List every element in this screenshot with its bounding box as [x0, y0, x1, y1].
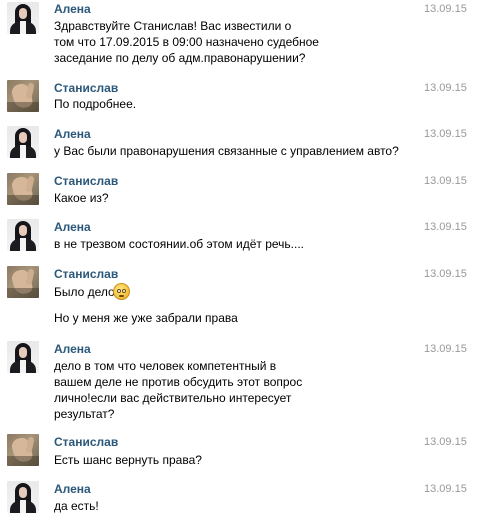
- message-date: 13.09.15: [424, 343, 467, 355]
- message-date: 13.09.15: [424, 82, 467, 94]
- message-text-line: дело в том что человек компетентный в: [54, 359, 277, 373]
- message-text-line: заседание по делу об адм.правонарушении?: [54, 51, 306, 65]
- message-date: 13.09.15: [424, 128, 467, 140]
- message-author[interactable]: Алена: [54, 342, 91, 356]
- avatar-stanislav[interactable]: [7, 266, 39, 298]
- message-date: 13.09.15: [424, 175, 467, 187]
- avatar-stanislav[interactable]: [7, 434, 39, 466]
- message-date: 13.09.15: [424, 3, 467, 15]
- avatar-alena[interactable]: [7, 219, 39, 251]
- avatar-alena[interactable]: [7, 341, 39, 373]
- message-text-line: том что 17.09.2015 в 09:00 назначено суд…: [54, 35, 319, 49]
- message-text: да есть!: [54, 498, 99, 514]
- message-text-line: результат?: [54, 407, 115, 421]
- avatar-stanislav[interactable]: [7, 173, 39, 205]
- message-author[interactable]: Алена: [54, 220, 91, 234]
- message-author[interactable]: Алена: [54, 2, 91, 16]
- message-author[interactable]: Алена: [54, 482, 91, 496]
- avatar-alena[interactable]: [7, 481, 39, 513]
- message-text-line: у Вас были правонарушения связанные с уп…: [54, 144, 399, 158]
- message-text: Какое из?: [54, 190, 109, 206]
- message-text: в не трезвом состоянии.об этом идёт речь…: [54, 236, 304, 252]
- message-text-line: да есть!: [54, 499, 99, 513]
- message-text: По подробнее.: [54, 96, 136, 112]
- message-author[interactable]: Станислав: [54, 267, 118, 281]
- message-text-line: Какое из?: [54, 191, 109, 205]
- avatar-alena[interactable]: [7, 126, 39, 158]
- message-author[interactable]: Станислав: [54, 174, 118, 188]
- message-text-line: вашем деле не против обсудить этот вопро…: [54, 375, 303, 389]
- avatar-stanislav[interactable]: [7, 80, 39, 112]
- message-text-line: Есть шанс вернуть права?: [54, 453, 202, 467]
- message-history: Алена 13.09.15 Здравствуйте Станислав! В…: [0, 0, 486, 521]
- message-author[interactable]: Станислав: [54, 81, 118, 95]
- message-date: 13.09.15: [424, 221, 467, 233]
- message-date: 13.09.15: [424, 268, 467, 280]
- message-text-line: лично!если вас действительно интересует: [54, 391, 292, 405]
- message-text: дело в том что человек компетентный в ва…: [54, 358, 302, 422]
- message-text: Здравствуйте Станислав! Вас известили о …: [54, 18, 319, 66]
- message-text: Было дело: [54, 284, 115, 300]
- message-author[interactable]: Алена: [54, 127, 91, 141]
- message-text: у Вас были правонарушения связанные с уп…: [54, 143, 399, 159]
- message-text-line: в не трезвом состоянии.об этом идёт речь…: [54, 237, 304, 251]
- avatar-alena[interactable]: [7, 2, 39, 34]
- message-text: Но у меня же уже забрали права: [54, 310, 238, 326]
- message-date: 13.09.15: [424, 483, 467, 495]
- message-author[interactable]: Станислав: [54, 435, 118, 449]
- message-text: Есть шанс вернуть права?: [54, 452, 202, 468]
- message-text-line: Здравствуйте Станислав! Вас известили о: [54, 19, 292, 33]
- message-date: 13.09.15: [424, 436, 467, 448]
- message-text-line: Но у меня же уже забрали права: [54, 311, 238, 325]
- message-text-line: Было дело: [54, 285, 115, 299]
- confused-face-icon: [113, 283, 130, 300]
- message-text-line: По подробнее.: [54, 97, 137, 111]
